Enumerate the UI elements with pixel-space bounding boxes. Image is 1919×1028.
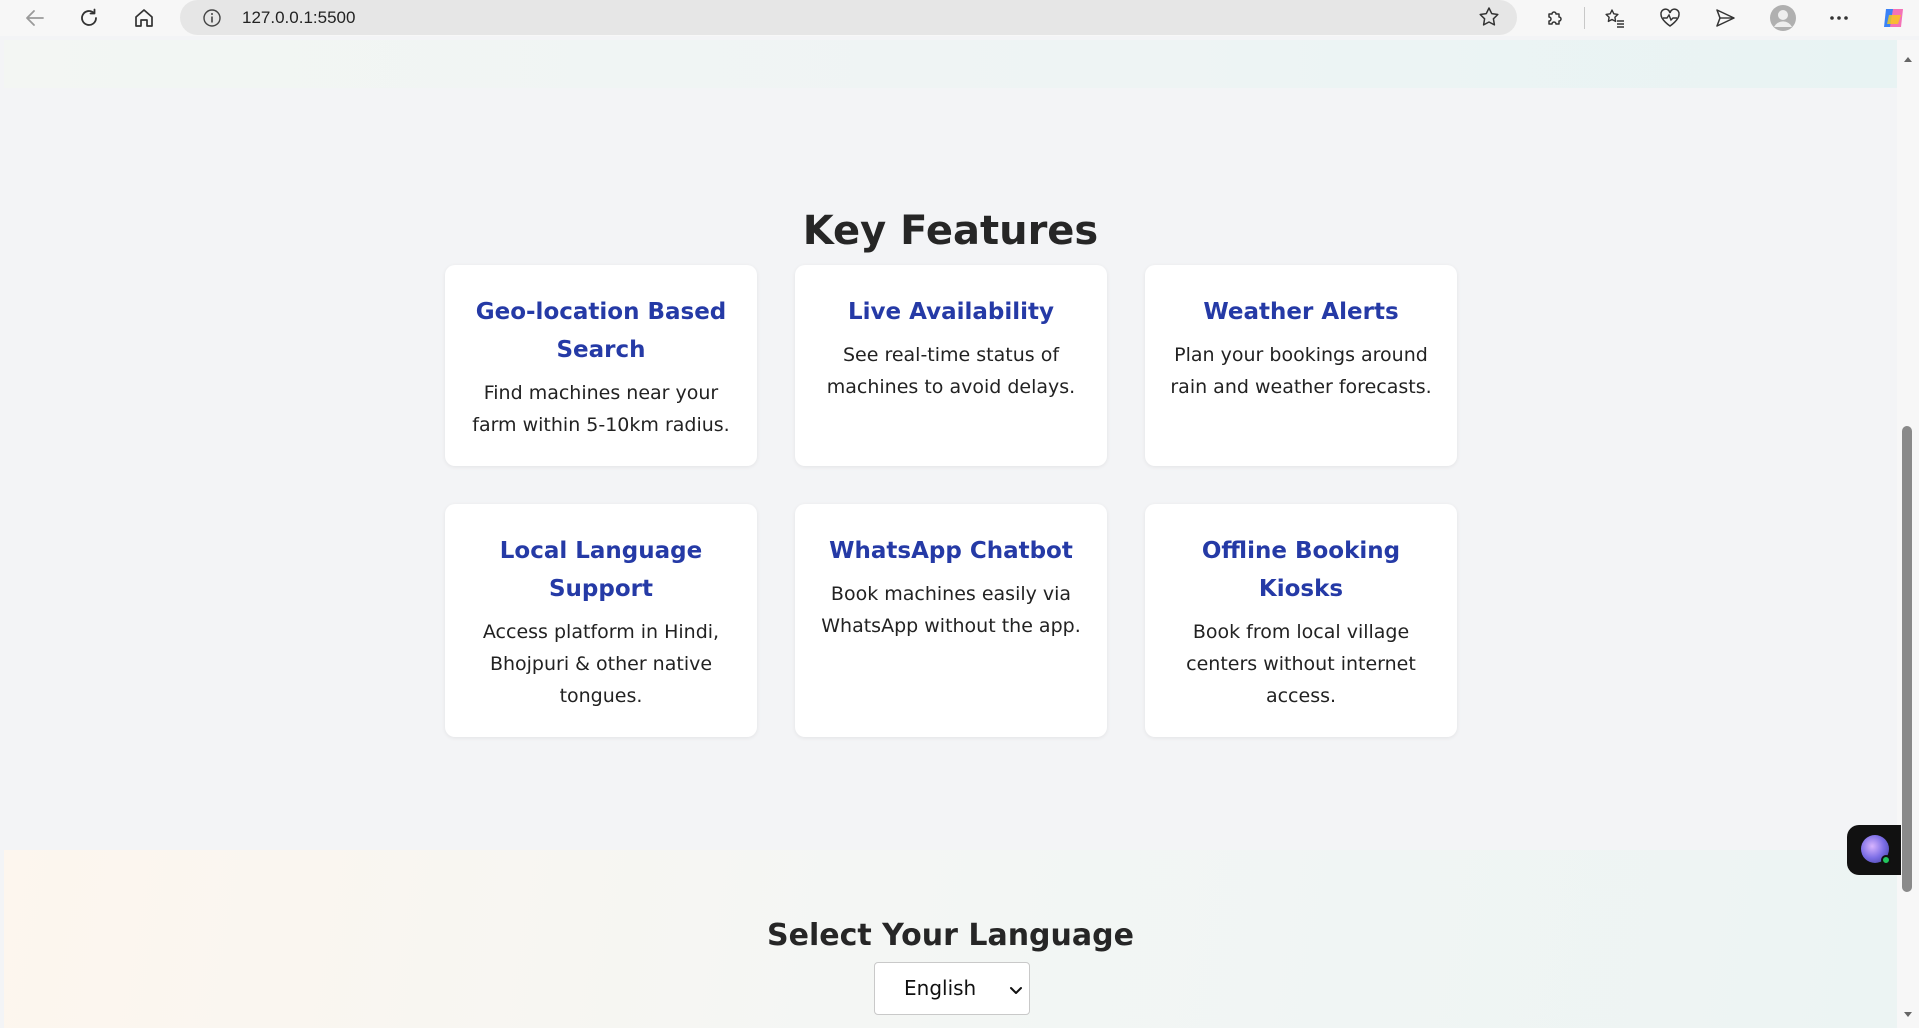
toolbar-separator <box>1584 7 1585 29</box>
feature-card-offline-kiosks: Offline Booking Kiosks Book from local v… <box>1145 504 1457 737</box>
feature-card-title: WhatsApp Chatbot <box>829 538 1073 564</box>
feature-card-local-language: Local Language Support Access platform i… <box>445 504 757 737</box>
feature-card-text: Plan your bookings around rain and weath… <box>1170 344 1432 398</box>
feature-card-title: Local Language Support <box>499 538 703 602</box>
more-options-button[interactable] <box>1825 4 1853 32</box>
chevron-down-icon <box>1009 983 1023 1001</box>
feature-card-title: Weather Alerts <box>1203 299 1399 325</box>
extensions-button[interactable] <box>1541 4 1569 32</box>
language-selected-value[interactable]: English <box>904 976 976 1000</box>
feature-card-geo-location: Geo-location Based Search Find machines … <box>445 265 757 466</box>
profile-button[interactable] <box>1769 4 1797 32</box>
feature-card-text: Find machines near your farm within 5-10… <box>472 382 730 436</box>
feature-card-whatsapp-chatbot: WhatsApp Chatbot Book machines easily vi… <box>795 504 1107 737</box>
favorites-button[interactable] <box>1601 4 1629 32</box>
previous-section-bottom <box>4 40 1897 88</box>
language-section: Select Your Language English <box>4 850 1897 1028</box>
feature-card-text: Book machines easily via WhatsApp withou… <box>821 583 1081 637</box>
feature-card-text: See real-time status of machines to avoi… <box>826 344 1076 398</box>
feature-card-live-availability: Live Availability See real-time status o… <box>795 265 1107 466</box>
page-viewport: Key Features Geo-location Based Search F… <box>4 40 1897 1028</box>
feature-card-title: Live Availability <box>847 299 1055 325</box>
favorite-star-icon[interactable] <box>1477 5 1501 34</box>
language-select[interactable]: English <box>874 962 1030 1015</box>
favorites-list-icon <box>1605 9 1624 28</box>
key-features-section: Key Features Geo-location Based Search F… <box>4 88 1897 850</box>
more-dots-icon <box>1830 16 1848 20</box>
online-status-icon <box>1881 855 1891 865</box>
feature-card-text: Book from local village centers without … <box>1186 621 1416 707</box>
home-button[interactable] <box>130 4 158 32</box>
feature-card-text: Access platform in Hindi, Bhojpuri & oth… <box>482 621 720 707</box>
feature-card-title: Offline Booking Kiosks <box>1201 538 1401 602</box>
copilot-button[interactable] <box>1880 4 1908 32</box>
url-text[interactable]: 127.0.0.1:5500 <box>242 8 355 28</box>
browser-essentials-button[interactable] <box>1656 4 1684 32</box>
site-info-icon[interactable] <box>202 8 222 33</box>
chat-assistant-widget[interactable] <box>1847 825 1901 875</box>
scroll-up-arrow-icon[interactable] <box>1903 50 1913 68</box>
share-button[interactable] <box>1711 4 1739 32</box>
reload-button[interactable] <box>75 4 103 32</box>
back-button[interactable] <box>21 4 49 32</box>
send-icon <box>1716 9 1735 27</box>
copilot-icon <box>1884 9 1903 27</box>
browser-toolbar: 127.0.0.1:5500 <box>0 0 1919 36</box>
home-icon <box>135 9 153 27</box>
page-scrollbar[interactable] <box>1897 40 1919 1028</box>
language-heading: Select Your Language <box>767 918 1134 953</box>
address-bar[interactable]: 127.0.0.1:5500 <box>180 0 1517 35</box>
key-features-heading: Key Features <box>802 208 1099 254</box>
feature-card-weather-alerts: Weather Alerts Plan your bookings around… <box>1145 265 1457 466</box>
reload-icon <box>81 8 97 26</box>
back-arrow-icon <box>26 10 44 26</box>
scrollbar-thumb[interactable] <box>1902 426 1912 892</box>
puzzle-icon <box>1548 11 1562 25</box>
profile-avatar-icon <box>1770 5 1796 31</box>
scroll-down-arrow-icon[interactable] <box>1903 1006 1913 1024</box>
heart-pulse-icon <box>1660 8 1680 27</box>
feature-card-title: Geo-location Based Search <box>475 299 727 363</box>
